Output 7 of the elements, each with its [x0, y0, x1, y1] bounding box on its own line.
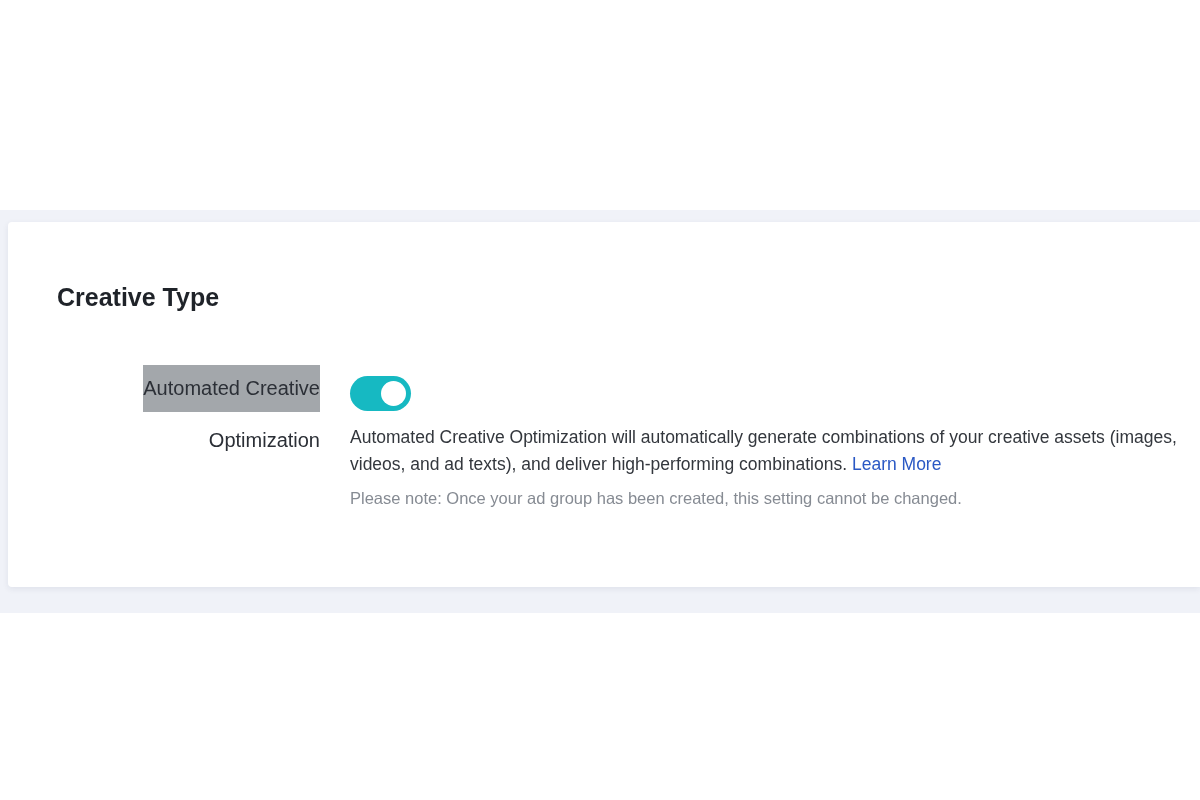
toggle-switch[interactable]	[350, 376, 411, 411]
field-label: Optimization	[208, 428, 320, 453]
note-text: Please note: Once your ad group has been created, this setting cannot be changed.	[350, 488, 963, 509]
section-title: Creative Type	[57, 283, 221, 311]
highlighted-label-text: Automated Creative	[143, 365, 320, 412]
description-text: Automated Creative Optimization will automatically generate combinations of your creative assets (images, videos, and ad texts), and deliver high-performing combinations. Learn More	[350, 426, 1178, 476]
learn-more-link[interactable]: Learn More	[851, 454, 942, 474]
